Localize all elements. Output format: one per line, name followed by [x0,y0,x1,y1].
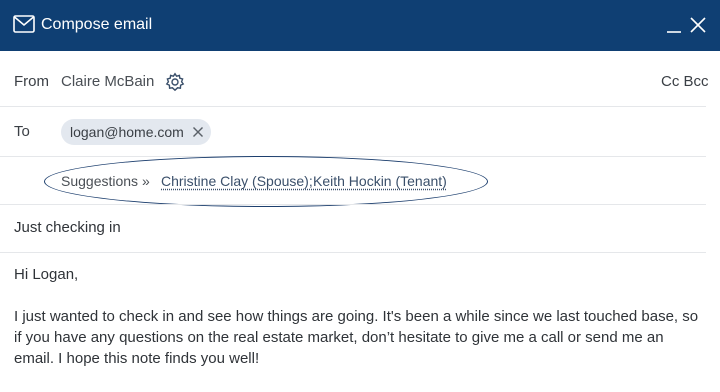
recipient-chip[interactable]: logan@home.com [61,119,211,145]
body-line: email. I hope this note finds you well! [14,350,260,367]
recipient-email: logan@home.com [70,124,184,140]
from-sender-name[interactable]: Claire McBain [61,73,154,91]
close-icon[interactable] [690,17,706,33]
divider [0,252,706,253]
compose-titlebar: Compose email [0,0,720,51]
divider [0,106,706,107]
remove-x-icon[interactable] [192,126,204,138]
cc-bcc-toggle[interactable]: Cc Bcc [661,73,709,91]
subject-field[interactable]: Just checking in [14,219,121,237]
body-line: I just wanted to check in and see how th… [14,308,699,325]
divider [0,204,706,205]
divider [0,156,706,157]
to-label: To [14,123,30,140]
minimize-icon[interactable] [666,16,682,34]
mail-icon [13,15,35,33]
body-line: if you have any questions on the real es… [14,329,664,346]
suggestions-highlight-oval [44,156,488,207]
gear-icon[interactable] [165,72,185,92]
window-title: Compose email [41,16,153,33]
body-greeting: Hi Logan, [14,266,79,283]
from-label: From [14,73,49,90]
